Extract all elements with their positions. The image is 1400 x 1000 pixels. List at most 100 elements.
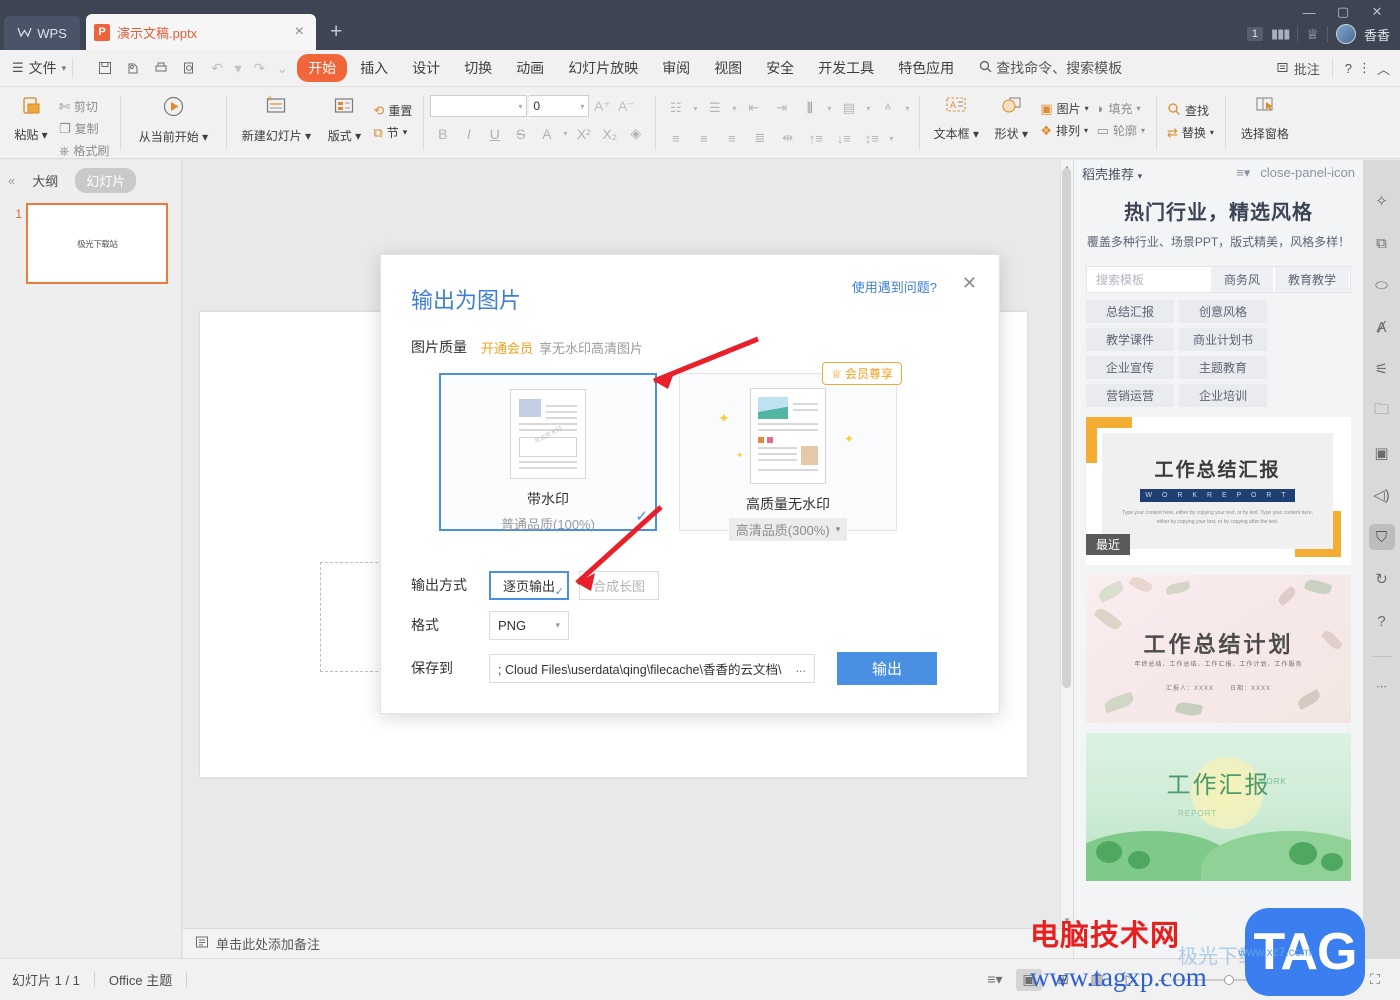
comment-button[interactable]: 批注 xyxy=(1276,59,1320,78)
file-menu-button[interactable]: ☰ 文件 ▾ xyxy=(12,58,66,78)
space-after-button[interactable]: ↓≡ xyxy=(830,126,857,150)
scrollbar-thumb[interactable] xyxy=(1062,168,1071,688)
tab-security[interactable]: 安全 xyxy=(755,54,805,82)
slide-thumbnail[interactable]: 极光下载站 xyxy=(26,203,168,284)
element-replace-icon[interactable]: ⧉ xyxy=(1369,230,1395,256)
tab-view[interactable]: 视图 xyxy=(703,54,753,82)
chip-summary-report[interactable]: 总结汇报 xyxy=(1086,300,1174,323)
distribute-button[interactable]: ⇹ xyxy=(774,126,801,150)
collapse-panel-icon[interactable]: « xyxy=(8,173,15,188)
decrease-indent-button[interactable]: ⇤ xyxy=(740,96,767,120)
align-right-button[interactable]: ≡ xyxy=(718,126,745,150)
asian-layout-dropdown-icon[interactable]: ▾ xyxy=(902,96,912,120)
tab-review[interactable]: 审阅 xyxy=(651,54,701,82)
outline-button[interactable]: ▭ 轮廓 ▾ xyxy=(1093,120,1149,141)
print-preview-icon[interactable] xyxy=(121,56,145,80)
quality-card-hd-nowatermark[interactable]: ♕ 会员尊享 ✦ ✦ ✦ 高质量无水印 高清品质(300%) ▾ xyxy=(679,362,902,541)
zoom-knob[interactable] xyxy=(1224,974,1235,985)
chip-corporate-promo[interactable]: 企业宣传 xyxy=(1086,356,1174,379)
numbering-dropdown-icon[interactable]: ▾ xyxy=(729,96,739,120)
text-art-icon[interactable]: Ⱥ xyxy=(1369,314,1395,340)
font-size-input[interactable]: 0 ▾ xyxy=(529,95,590,117)
more-options-button[interactable]: ⋮ xyxy=(1358,60,1371,76)
history-icon[interactable]: ↻ xyxy=(1369,566,1395,592)
avatar[interactable] xyxy=(1335,24,1356,44)
tab-outline[interactable]: 大纲 xyxy=(21,168,69,193)
subscript-button[interactable]: X₂ xyxy=(597,122,622,145)
close-icon[interactable]: × xyxy=(291,23,308,41)
adjust-settings-icon[interactable]: ⚟ xyxy=(1369,356,1395,382)
start-from-current-button[interactable]: 从当前开始 ▾ xyxy=(127,90,219,145)
replace-button[interactable]: ⇄ 替换 ▾ xyxy=(1163,122,1218,143)
shape-button[interactable]: 形状 ▾ xyxy=(986,90,1036,142)
search-chip-education[interactable]: 教育教学 xyxy=(1274,267,1349,292)
cut-button[interactable]: ✄ 剪切 xyxy=(55,96,113,117)
tab-animation[interactable]: 动画 xyxy=(505,54,555,82)
chip-corporate-training[interactable]: 企业培训 xyxy=(1179,384,1267,407)
copy-button[interactable]: ❐ 复制 xyxy=(55,118,113,139)
chip-marketing-ops[interactable]: 营销运营 xyxy=(1086,384,1174,407)
redo-icon[interactable]: ↷ xyxy=(247,56,271,80)
fit-to-window-icon[interactable]: ⛶ xyxy=(1362,969,1388,991)
line-spacing-dropdown-icon[interactable]: ▾ xyxy=(886,126,896,150)
chip-creative-style[interactable]: 创意风格 xyxy=(1179,300,1267,323)
font-name-input[interactable]: ▾ xyxy=(430,95,528,117)
asian-layout-button[interactable]: ᴬ xyxy=(874,96,901,120)
become-member-link[interactable]: 开通会员 xyxy=(481,338,533,357)
increase-indent-button[interactable]: ⇥ xyxy=(768,96,795,120)
text-direction-button[interactable]: ⫼ xyxy=(796,96,823,120)
tab-stack-icon[interactable]: ▮▮▮ xyxy=(1271,26,1290,42)
textbox-button[interactable]: A 文本框 ▾ xyxy=(926,90,986,142)
help-circle-icon[interactable]: ? xyxy=(1369,608,1395,634)
tab-slides[interactable]: 幻灯片 xyxy=(75,168,137,193)
help-button[interactable]: ? xyxy=(1345,61,1352,76)
clear-format-button[interactable]: ◈ xyxy=(623,122,648,145)
tab-developer[interactable]: 开发工具 xyxy=(807,54,885,82)
undo-icon[interactable]: ↶ xyxy=(205,56,229,80)
qat-more-icon[interactable]: ⌄ xyxy=(275,56,289,80)
format-painter-button[interactable]: ⎈ 格式刷 xyxy=(55,140,113,161)
line-spacing-button[interactable]: ↕≡ xyxy=(858,126,885,150)
font-color-dropdown-icon[interactable]: ▾ xyxy=(560,122,570,145)
tab-insert[interactable]: 插入 xyxy=(349,54,399,82)
chip-teaching-courseware[interactable]: 教学课件 xyxy=(1086,328,1174,351)
search-chip-business[interactable]: 商务风 xyxy=(1210,267,1273,292)
chip-business-plan[interactable]: 商业计划书 xyxy=(1179,328,1267,351)
search-command-input[interactable]: 查找命令、搜索模板 xyxy=(979,58,1122,78)
template-search-input[interactable]: 搜索模板 xyxy=(1087,271,1210,288)
italic-button[interactable]: I xyxy=(456,122,481,145)
save-path-input[interactable]: ; Cloud Files\userdata\qing\filecache\香香… xyxy=(489,653,815,683)
numbering-button[interactable]: ☰ xyxy=(701,96,728,120)
rail-more-icon[interactable]: ⋯ xyxy=(1369,673,1395,699)
increase-font-icon[interactable]: A⁺ xyxy=(591,95,613,117)
smart-beautify-icon[interactable]: ✧ xyxy=(1369,188,1395,214)
template-card-work-report[interactable]: 工作汇报 WORK REPORT xyxy=(1086,733,1351,881)
export-button[interactable]: 输出 xyxy=(837,651,937,685)
bullets-button[interactable]: ☷ xyxy=(662,96,689,120)
audio-icon[interactable]: ◁) xyxy=(1369,482,1395,508)
close-panel-icon[interactable]: close-panel-icon xyxy=(1260,165,1355,181)
arrange-button[interactable]: ❖ 排列 ▾ xyxy=(1036,120,1092,141)
picture-insert-icon[interactable]: ▣ xyxy=(1369,440,1395,466)
view-options-icon[interactable]: ≡▾ xyxy=(982,969,1008,991)
undo-dropdown-icon[interactable]: ▾ xyxy=(233,56,243,80)
wps-home-tab[interactable]: WPS xyxy=(4,16,80,50)
tab-start[interactable]: 开始 xyxy=(297,54,348,82)
quality-card-watermarked[interactable]: 非会员水印 带水印 普通品质(100%) ✓ xyxy=(439,373,657,532)
tab-design[interactable]: 设计 xyxy=(401,54,451,82)
output-mode-long-image[interactable]: 合成长图 xyxy=(579,570,659,600)
browse-ellipsis-button[interactable]: ... xyxy=(796,661,806,675)
text-direction-dropdown-icon[interactable]: ▾ xyxy=(824,96,834,120)
bullets-dropdown-icon[interactable]: ▾ xyxy=(690,96,700,120)
decrease-font-icon[interactable]: A⁻ xyxy=(615,95,637,117)
font-color-button[interactable]: A xyxy=(534,122,559,145)
theme-label[interactable]: Office 主题 xyxy=(95,970,186,989)
superscript-button[interactable]: X² xyxy=(571,122,596,145)
canvas-vertical-scrollbar[interactable]: ▲ ▼ xyxy=(1060,160,1073,928)
print-find-icon[interactable] xyxy=(177,56,201,80)
output-mode-page-by-page[interactable]: 逐页输出 ✓ xyxy=(489,570,569,600)
picture-button[interactable]: ▣ 图片 ▾ xyxy=(1036,98,1092,119)
bold-button[interactable]: B xyxy=(430,122,455,145)
find-button[interactable]: 查找 xyxy=(1163,100,1218,121)
save-icon[interactable] xyxy=(93,56,117,80)
